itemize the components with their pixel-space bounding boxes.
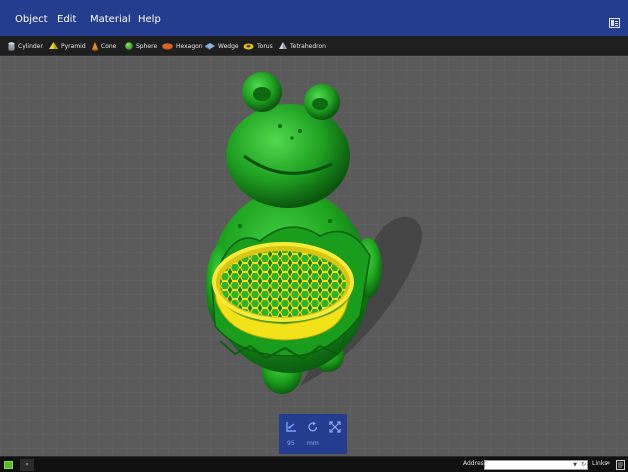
cylinder-icon	[8, 41, 15, 51]
torus-icon	[243, 43, 254, 49]
refresh-icon[interactable]: ↻	[581, 461, 586, 468]
start-button[interactable]	[4, 461, 13, 469]
transform-panel: 95 mm	[279, 414, 347, 454]
shape-label: Torus	[257, 42, 273, 50]
dropdown-arrow-icon[interactable]: ▼	[573, 462, 577, 468]
tetrahedron-icon	[279, 42, 287, 49]
hexagon-icon	[162, 42, 173, 50]
shape-label: Tetrahedron	[290, 42, 326, 50]
window-layout-icon[interactable]	[609, 18, 620, 28]
menu-material[interactable]: Material	[90, 0, 131, 36]
notification-icon[interactable]	[616, 460, 625, 470]
menu-edit[interactable]: Edit	[57, 0, 76, 36]
shape-button-cone[interactable]: Cone	[92, 36, 116, 56]
address-input[interactable]: ▼ ↻	[484, 460, 588, 470]
shape-button-torus[interactable]: Torus	[243, 36, 273, 56]
shape-button-pyramid[interactable]: Pyramid	[49, 36, 86, 56]
taskbar-app-button[interactable]: «	[20, 459, 34, 471]
move-icon[interactable]	[285, 421, 297, 433]
menu-bar: Object Edit Material Help	[0, 0, 628, 36]
shape-button-tetrahedron[interactable]: Tetrahedron	[279, 36, 326, 56]
shapes-toolbar: Cylinder Pyramid Cone Sphere Hexagon Wed…	[0, 36, 628, 56]
viewport-canvas[interactable]	[0, 56, 628, 456]
shape-label: Wedge	[218, 42, 239, 50]
3d-viewport[interactable]	[0, 56, 628, 456]
links-chevron-icon[interactable]: »	[606, 459, 610, 467]
size-value: 95	[287, 440, 295, 447]
shape-label: Pyramid	[61, 42, 86, 50]
scale-icon[interactable]	[329, 421, 341, 433]
shape-button-sphere[interactable]: Sphere	[125, 36, 157, 56]
honeycomb-basket-model[interactable]	[212, 242, 354, 341]
shape-button-wedge[interactable]: Wedge	[205, 36, 239, 56]
shape-label: Cylinder	[18, 42, 43, 50]
shape-label: Cone	[101, 42, 117, 50]
shape-button-hexagon[interactable]: Hexagon	[162, 36, 203, 56]
sphere-icon	[125, 42, 133, 50]
menu-help[interactable]: Help	[138, 0, 161, 36]
menu-object[interactable]: Object	[15, 0, 48, 36]
shape-label: Sphere	[136, 42, 158, 50]
shape-button-cylinder[interactable]: Cylinder	[8, 36, 43, 56]
cone-icon	[92, 41, 98, 50]
rotate-icon[interactable]	[307, 421, 319, 433]
shape-label: Hexagon	[176, 42, 203, 50]
unit-label: mm	[307, 440, 319, 447]
taskbar: « Address ▼ ↻ Links »	[0, 456, 628, 472]
wedge-icon	[205, 42, 215, 50]
pyramid-icon	[49, 42, 58, 49]
